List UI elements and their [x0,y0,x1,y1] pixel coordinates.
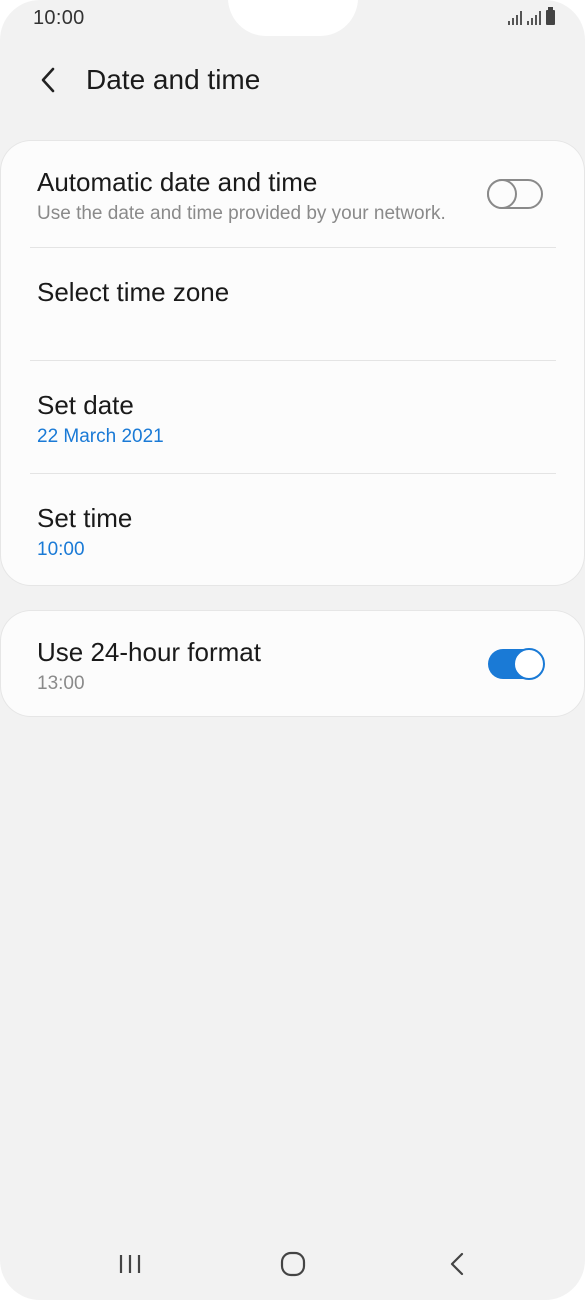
use-24-hour-format-row[interactable]: Use 24-hour format 13:00 [1,611,584,716]
navigation-bar [0,1232,585,1292]
set-time-row[interactable]: Set time 10:00 [1,474,584,585]
signal-icon [527,9,541,25]
page-title: Date and time [86,64,261,95]
chevron-left-icon [41,67,55,93]
home-button[interactable] [268,1244,318,1284]
signal-icon [508,9,522,25]
toggle-knob [487,179,517,209]
select-time-zone-row[interactable]: Select time zone [1,248,584,360]
automatic-date-time-row[interactable]: Automatic date and time Use the date and… [1,141,584,247]
use-24-hour-format-title: Use 24-hour format [37,637,261,667]
toggle-knob [513,648,545,680]
format-settings-card: Use 24-hour format 13:00 [1,611,584,716]
phone-screen: 10:00 Date and time Automatic date and t… [0,0,585,1300]
back-button[interactable] [28,60,68,100]
camera-notch [228,0,358,36]
automatic-date-time-subtitle: Use the date and time provided by your n… [37,203,446,224]
use-24-hour-format-subtitle: 13:00 [37,673,85,694]
status-time: 10:00 [33,7,85,29]
use-24-hour-format-toggle[interactable] [488,648,545,680]
set-date-value: 22 March 2021 [37,426,164,447]
set-date-row[interactable]: Set date 22 March 2021 [1,361,584,473]
automatic-date-time-title: Automatic date and time [37,167,318,197]
set-date-title: Set date [37,390,134,420]
set-time-title: Set time [37,503,133,533]
back-icon [450,1252,464,1276]
home-icon [280,1251,306,1277]
date-time-settings-card: Automatic date and time Use the date and… [1,141,584,585]
select-time-zone-title: Select time zone [37,277,230,307]
recents-icon [119,1255,141,1273]
automatic-date-time-toggle[interactable] [487,179,543,209]
battery-icon [546,7,555,25]
nav-back-button[interactable] [432,1244,482,1284]
app-header: Date and time [0,50,585,110]
status-icons [508,7,555,25]
recents-button[interactable] [105,1244,155,1284]
set-time-value: 10:00 [37,539,85,560]
